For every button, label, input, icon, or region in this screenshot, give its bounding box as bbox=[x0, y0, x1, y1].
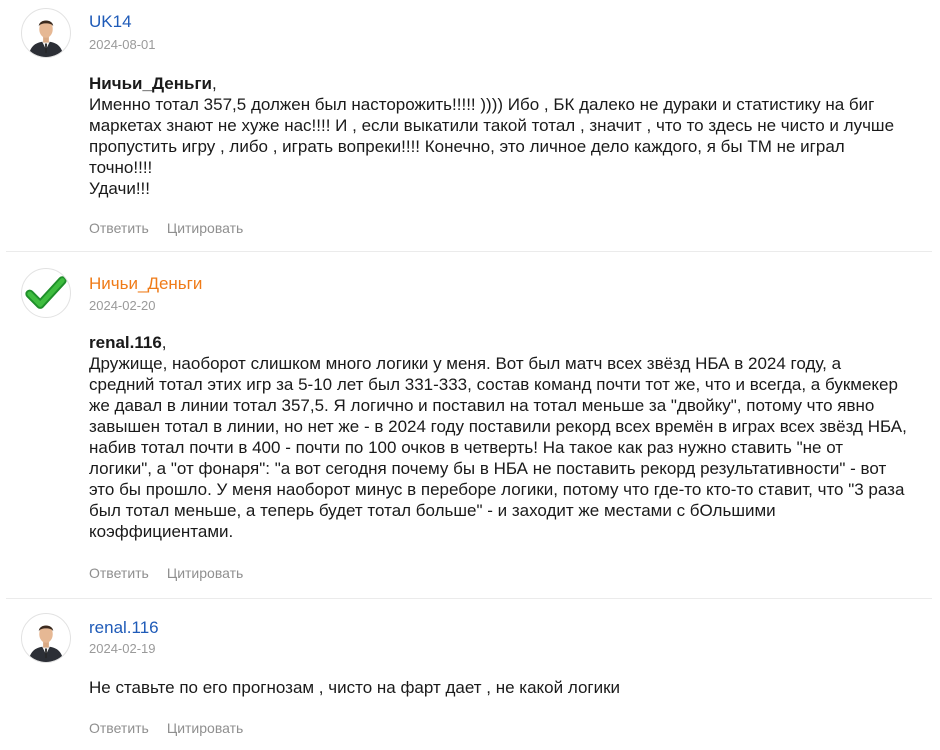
comment-body: Ничьи_Деньги, Именно тотал 357,5 должен … bbox=[89, 73, 909, 199]
user-avatar-icon bbox=[28, 625, 64, 662]
comment-body: Не ставьте по его прогнозам , чисто на ф… bbox=[89, 677, 909, 698]
avatar[interactable] bbox=[21, 8, 71, 58]
reply-to-comma: , bbox=[161, 333, 167, 352]
reply-to-user[interactable]: renal.116 bbox=[89, 333, 162, 352]
reply-button[interactable]: Ответить bbox=[89, 220, 149, 236]
comment-author[interactable]: renal.116 bbox=[89, 618, 159, 638]
quote-button[interactable]: Цитировать bbox=[167, 565, 243, 581]
comment-author[interactable]: Ничьи_Деньги bbox=[89, 274, 202, 294]
comment-text: Не ставьте по его прогнозам , чисто на ф… bbox=[89, 678, 621, 697]
comment-actions: Ответить Цитировать bbox=[89, 220, 261, 236]
comment-date: 2024-02-19 bbox=[89, 641, 156, 656]
comment-author[interactable]: UK14 bbox=[89, 12, 132, 32]
comment-text: Дружище, наоборот слишком много логики у… bbox=[89, 354, 907, 541]
reply-button[interactable]: Ответить bbox=[89, 565, 149, 581]
comment-text: Именно тотал 357,5 должен был насторожит… bbox=[89, 95, 895, 198]
comment-item: Ничьи_Деньги 2024-02-20 renal.116, Дружи… bbox=[0, 252, 932, 599]
user-avatar-icon bbox=[28, 20, 64, 57]
quote-button[interactable]: Цитировать bbox=[167, 220, 243, 236]
avatar[interactable] bbox=[21, 268, 71, 318]
quote-button[interactable]: Цитировать bbox=[167, 720, 243, 736]
comment-item: renal.116 2024-02-19 Не ставьте по его п… bbox=[0, 599, 932, 750]
comment-body: renal.116, Дружище, наоборот слишком мно… bbox=[89, 332, 909, 542]
reply-button[interactable]: Ответить bbox=[89, 720, 149, 736]
comment-date: 2024-08-01 bbox=[89, 37, 156, 52]
avatar[interactable] bbox=[21, 613, 71, 663]
checkmark-avatar-icon bbox=[25, 276, 67, 309]
comment-actions: Ответить Цитировать bbox=[89, 565, 261, 581]
comment-actions: Ответить Цитировать bbox=[89, 720, 261, 736]
comment-item: UK14 2024-08-01 Ничьи_Деньги, Именно тот… bbox=[0, 0, 932, 252]
comment-date: 2024-02-20 bbox=[89, 298, 156, 313]
reply-to-comma: , bbox=[211, 74, 217, 93]
reply-to-user[interactable]: Ничьи_Деньги bbox=[89, 74, 212, 93]
